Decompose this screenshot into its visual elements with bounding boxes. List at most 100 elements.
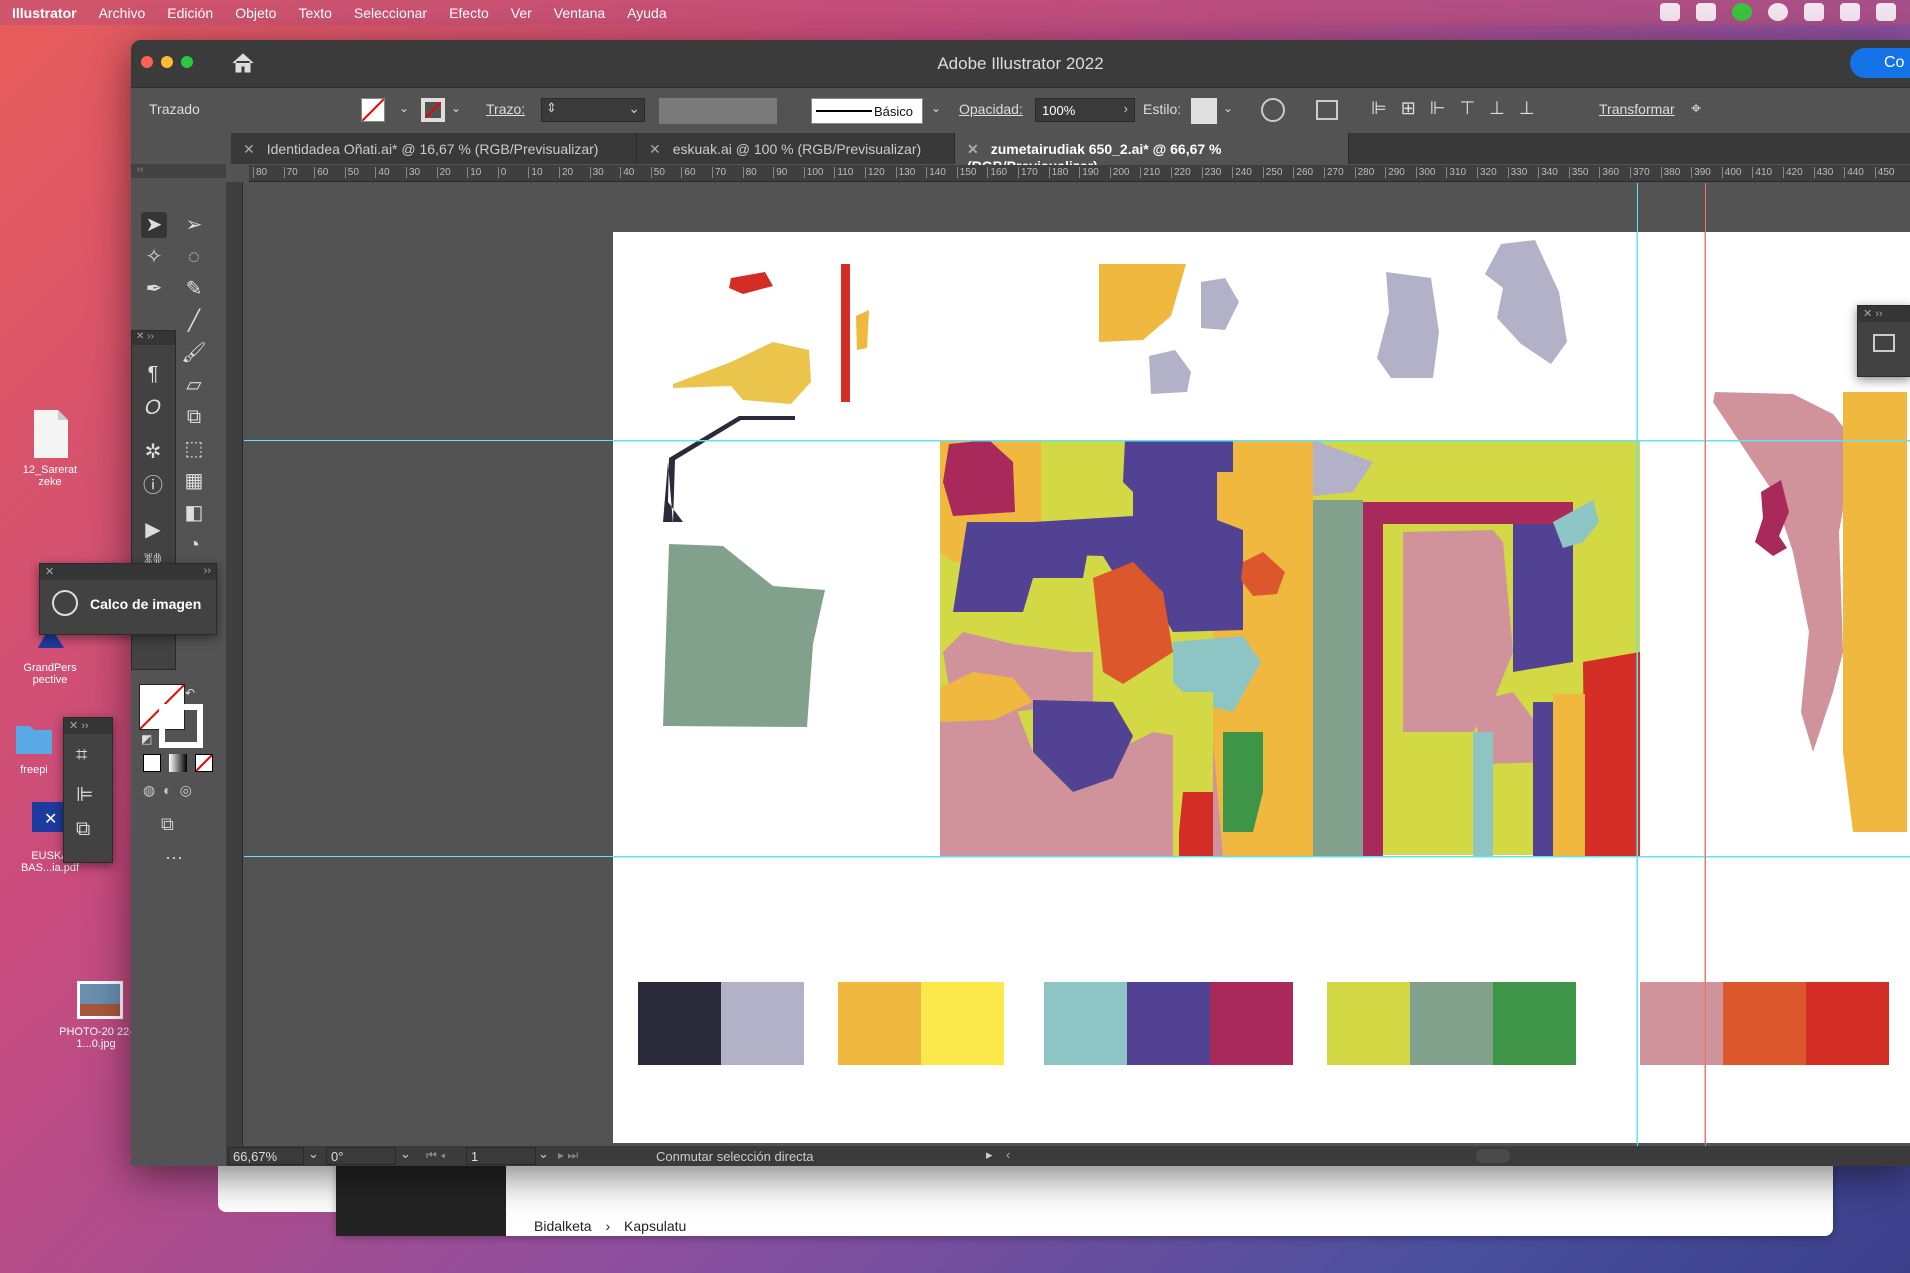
menu-efecto[interactable]: Efecto (449, 5, 489, 21)
color-swatch[interactable] (1806, 982, 1889, 1065)
variable-width-profile[interactable] (659, 98, 777, 124)
color-swatch[interactable] (1127, 982, 1210, 1065)
menu-ventana[interactable]: Ventana (554, 5, 605, 21)
color-swatch[interactable] (838, 982, 921, 1065)
vertical-ruler[interactable] (226, 182, 243, 1166)
image-trace-icon[interactable] (52, 590, 78, 616)
menu-edicion[interactable]: Edición (167, 5, 213, 21)
next-artboard-icon[interactable]: ▸ ⏭ (558, 1148, 578, 1163)
eraser-icon[interactable]: ▱ (181, 372, 207, 398)
artboards-icon[interactable] (1873, 334, 1895, 352)
align-right-icon[interactable]: ⊩ (1430, 98, 1460, 118)
desktop-file-sarerat[interactable]: 12_Sarerat zeke (10, 410, 90, 488)
chevron-down-icon[interactable]: ⌄ (400, 1146, 411, 1162)
tab-zumetairudiak[interactable]: ✕zumetairudiak 650_2.ai* @ 66,67 % (RGB/… (955, 133, 1349, 174)
screen-mode-icon[interactable]: ⧉ (161, 814, 174, 835)
guide-horizontal[interactable] (244, 440, 1910, 441)
color-mode-button[interactable] (143, 754, 161, 772)
magic-wand-icon[interactable]: ✧ (141, 244, 167, 270)
artboard-navigation-input[interactable]: 1 (466, 1147, 536, 1165)
desktop-file-photo[interactable]: PHOTO-20 22-1...0.jpg (56, 980, 136, 1050)
color-swatch[interactable] (721, 982, 804, 1065)
pen-tool-icon[interactable]: ✒ (141, 276, 167, 302)
menu-ver[interactable]: Ver (511, 5, 532, 21)
guide-vertical[interactable] (1637, 183, 1638, 1166)
guide-vertical-selected[interactable] (1705, 183, 1706, 1166)
opacity-input[interactable]: 100% › (1035, 98, 1135, 122)
stroke-label[interactable]: Trazo: (486, 101, 525, 117)
image-trace-label[interactable]: Calco de imagen (90, 596, 201, 612)
tab-eskuak[interactable]: ✕ eskuak.ai @ 100 % (RGB/Previsualizar) (637, 133, 955, 164)
chevron-down-icon[interactable]: ⌄ (1223, 101, 1233, 115)
menu-seleccionar[interactable]: Seleccionar (354, 5, 427, 21)
menu-texto[interactable]: Texto (298, 5, 331, 21)
lasso-icon[interactable]: ◌ (181, 244, 207, 270)
check-icon[interactable] (1732, 3, 1752, 21)
pathfinder-icon[interactable]: ⧉ (76, 818, 90, 841)
color-swatch[interactable] (1493, 982, 1576, 1065)
creative-cloud-icon[interactable] (1660, 3, 1680, 21)
brush-definition-dropdown[interactable]: Básico (811, 98, 923, 124)
menu-ayuda[interactable]: Ayuda (627, 5, 666, 21)
m-icon[interactable] (1768, 3, 1788, 21)
draw-modes-group[interactable]: ◍◐◎ (143, 782, 213, 800)
align-top-icon[interactable]: ⊤ (1459, 98, 1489, 118)
display-icon[interactable] (1804, 3, 1824, 21)
stroke-swatch[interactable] (421, 98, 445, 122)
stroke-weight-input[interactable]: ⇕ ⌄ (541, 98, 645, 122)
tab-identidadea[interactable]: ✕ Identidadea Oñati.ai* @ 16,67 % (RGB/Pr… (231, 133, 637, 164)
chevron-down-icon[interactable]: ⌄ (451, 101, 461, 115)
opacity-label[interactable]: Opacidad: (959, 101, 1023, 117)
rotation-input[interactable]: 0° (326, 1147, 396, 1165)
close-icon[interactable]: ✕ ›› (132, 331, 175, 345)
gradient-tool-icon[interactable]: ◧ (181, 500, 207, 526)
stepper-icon[interactable]: ⇕ (546, 100, 557, 116)
color-swatch[interactable] (1410, 982, 1493, 1065)
none-mode-button[interactable] (195, 754, 213, 772)
paragraph-icon[interactable]: ¶ (140, 361, 166, 387)
headphones-icon[interactable] (1876, 3, 1896, 21)
status-menu-arrow-icon[interactable]: ▸ (986, 1147, 993, 1163)
transform-link[interactable]: Transformar (1599, 101, 1675, 117)
desktop-folder-freepi[interactable]: freepi (4, 718, 64, 776)
chevron-down-icon[interactable]: ⌄ (931, 101, 941, 115)
breadcrumb-item[interactable]: Kapsulatu (624, 1218, 686, 1234)
align-hcenter-icon[interactable]: ⊞ (1401, 98, 1430, 118)
scale-tool-icon[interactable]: ⧉ (181, 404, 207, 430)
artboard[interactable] (613, 232, 1910, 1143)
direct-selection-tool-icon[interactable]: ➢ (181, 212, 207, 238)
more-tools-icon[interactable]: ⋯ (165, 848, 183, 869)
align-icon[interactable]: ⊫ (76, 782, 93, 807)
info-icon[interactable]: ⓘ (140, 473, 166, 499)
color-swatch[interactable] (638, 982, 721, 1065)
menu-archivo[interactable]: Archivo (99, 5, 146, 21)
line-tool-icon[interactable]: ╱ (181, 308, 207, 334)
color-swatch[interactable] (1723, 982, 1806, 1065)
color-swatch[interactable] (1044, 982, 1127, 1065)
breadcrumb-item[interactable]: Bidalketa (534, 1218, 592, 1234)
close-tab-icon[interactable]: ✕ (967, 141, 979, 157)
transform-icon[interactable]: ⌗ (76, 744, 87, 767)
color-swatch[interactable] (1210, 982, 1293, 1065)
transform-options-icon[interactable]: ⌖ (1691, 98, 1701, 119)
close-tab-icon[interactable]: ✕ (649, 141, 661, 157)
stroke-color-box[interactable] (159, 704, 203, 748)
paintbrush-icon[interactable]: 🖌 (181, 340, 207, 366)
chevron-down-icon[interactable]: ⌄ (628, 100, 640, 117)
color-swatch[interactable] (1640, 982, 1723, 1065)
align-bottom-icon[interactable]: ⊥ (1519, 98, 1549, 118)
zoom-input[interactable]: 66,67% (228, 1147, 304, 1165)
chevron-down-icon[interactable]: ⌄ (308, 1146, 319, 1162)
scroll-left-icon[interactable]: ‹ (1006, 1147, 1010, 1162)
glyphs-icon[interactable]: 𝑂 (140, 395, 166, 421)
guide-horizontal[interactable] (244, 856, 1910, 857)
perspective-grid-icon[interactable]: ▦ (181, 468, 207, 494)
horizontal-ruler[interactable]: 80 70 60 50 40 30 20 10 0 10 20 30 40 50 60 70 80 90 100 11… (249, 165, 1910, 182)
symbols-icon[interactable]: ✲ (140, 439, 166, 465)
dropbox-icon[interactable] (1696, 3, 1716, 21)
color-swatch[interactable] (921, 982, 1004, 1065)
chevron-down-icon[interactable]: ⌄ (399, 101, 409, 115)
curvature-tool-icon[interactable]: ✎ (181, 276, 207, 302)
free-transform-icon[interactable]: ⬚ (181, 436, 207, 462)
battery-icon[interactable] (1840, 3, 1860, 21)
